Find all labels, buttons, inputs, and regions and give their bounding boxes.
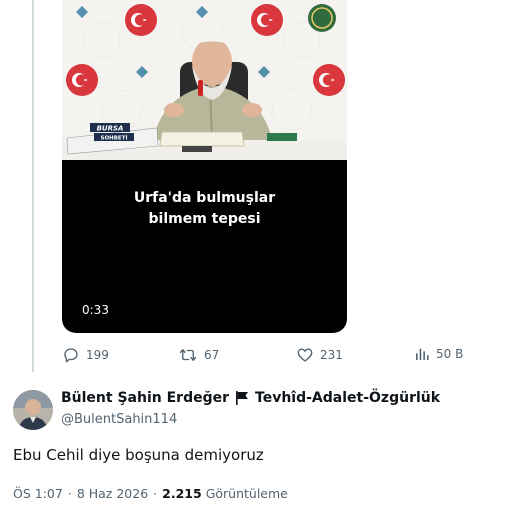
views-count-short: 50 B [436,347,464,361]
display-name-row[interactable]: Bülent Şahin Erdeğer Tevhîd-Adalet-Özgür… [61,390,440,406]
tweet-time[interactable]: ÖS 1:07 [13,486,63,501]
flag-emblem-3 [66,64,98,96]
views-button[interactable]: 50 B [414,346,463,362]
tweet-date[interactable]: 8 Haz 2026 [77,486,148,501]
reply-icon [64,348,78,363]
tweet-views-label: Görüntüleme [205,486,288,501]
avatar-image [13,390,53,430]
user-handle[interactable]: @BulentSahin114 [61,412,177,427]
repost-button[interactable]: 67 [178,346,219,364]
video-caption-line-2: bilmem tepesi [148,211,261,227]
repost-icon [179,349,197,361]
reply-count: 199 [86,348,109,362]
display-name: Bülent Şahin Erdeğer [61,390,230,406]
flag-emblem-4 [313,64,345,96]
avatar[interactable] [13,390,53,430]
like-button[interactable]: 231 [296,346,343,364]
video-timestamp: 0:33 [82,303,109,317]
repost-count: 67 [204,348,220,362]
tweet-meta-row: ÖS 1:07 · 8 Haz 2026 · 2.215 Görüntüleme [13,486,288,501]
tweet-action-bar: 199 67 231 50 B [0,346,514,368]
meta-separator: · [67,486,72,501]
banner-title: BURSA [97,125,124,133]
heart-icon [297,348,313,362]
flag-emblem-1 [125,4,157,36]
video-caption-line-1: Urfa'da bulmuşlar [133,190,276,206]
tweet-thread-page: BURSA SOHBETİ Urfa'da bulmuşlar bilmem t… [0,0,514,517]
bar-chart-icon [416,348,429,360]
display-name-suffix: Tevhîd-Adalet-Özgürlük [255,390,441,406]
meta-separator: · [153,486,158,501]
tweet-views-count: 2.215 [162,486,202,501]
banner-subtitle: SOHBETİ [101,135,128,142]
like-count: 231 [320,348,343,362]
video-caption: Urfa'da bulmuşlar bilmem tepesi [62,188,347,230]
flag-emblem-2 [251,4,283,36]
video-frame-thumbnail: BURSA SOHBETİ [62,0,347,160]
black-flag-icon [236,391,249,405]
tweet-author-header: Bülent Şahin Erdeğer Tevhîd-Adalet-Özgür… [13,389,503,433]
tweet-text: Ebu Cehil diye boşuna demiyoruz [13,446,264,464]
seal-logo [308,4,336,32]
video-player[interactable]: BURSA SOHBETİ Urfa'da bulmuşlar bilmem t… [62,0,347,333]
reply-button[interactable]: 199 [62,346,109,364]
thread-connector-line [32,0,34,372]
